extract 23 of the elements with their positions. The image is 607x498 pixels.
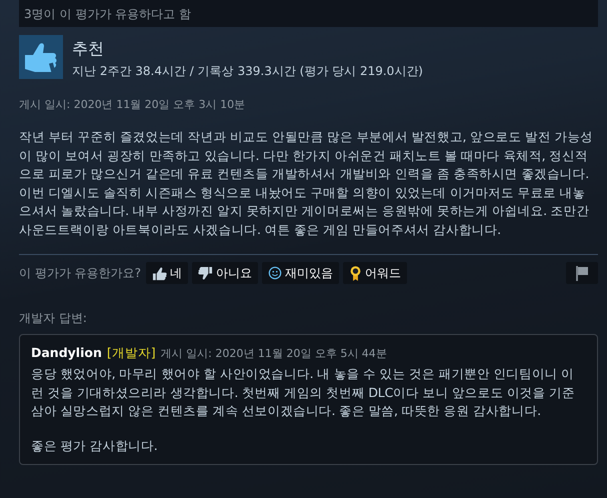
helpful-banner: 3명이 이 평가가 유용하다고 함 <box>19 0 598 27</box>
response-text: 좋은 평가 감사합니다. <box>31 436 159 454</box>
smiley-icon <box>268 266 282 280</box>
developer-tag: [개발자] <box>106 345 156 362</box>
response-text: 응당 했었어야, 마무리 했어야 할 사안이었습니다. 내 놓을 수 있는 것은 패기뿐안 인디팀이니 이런 것을 기대하셨으리라 생각합니다. 첫번째 게임의 첫번째 DLC이다 보니 앞으로도 이것을 기준삼아 실망스럽지 않은 컨텐츠를 계속 선보이겠습니다. 좋은 말씀, 따뜻한 응원 감사합니다. <box>31 365 576 420</box>
helpful-question: 이 평가가 유용한가요? <box>19 264 141 282</box>
flag-icon <box>574 265 590 281</box>
vote-button[interactable]: 아니요 <box>192 262 258 284</box>
vote-button[interactable]: 어워드 <box>343 262 407 284</box>
playtime-text: 지난 2주간 38.4시간 / 기록상 339.3시간 (평가 당시 219.0시간) <box>72 63 423 80</box>
award-ribbon-icon <box>349 264 362 282</box>
thumbs-up-icon <box>19 35 63 79</box>
response-date: 게시 일시: 2020년 11월 20일 오후 5시 44분 <box>160 346 387 361</box>
posted-date: 게시 일시: 2020년 11월 20일 오후 3시 10분 <box>19 97 246 112</box>
review-text: 작년 부터 꾸준히 즐겼었는데 작년과 비교도 안될만큼 많은 부분에서 발전했고, 앞으로도 발전 가능성이 많이 보여서 굉장히 만족하고 있습니다. 다만 한가지 아쉬운건 패치노트 볼 때마다 육체적, 정신적으로 피로가 많으신거 같은데 유료 컨텐츠들 개발하셔서 개발비와 인력을 좀 충족하시면 좋겠습니다. 이번 디엘시도 솔직히 시즌패스 형식으로 내놨어도 구매할 의향이 있었는데 이거마저도 무료로 내놓으셔서 놀랐습니다. 내부 사정까진 알지 못하지만 게이머로써는 응원밖에 못하는게 아쉽네요. 조만간 사운드트랙이랑 아트북이라도 사겠습니다. 여튼 좋은 게임 만들어주셔서 감사합니다. <box>19 128 594 238</box>
vote-button[interactable]: 재미있음 <box>262 262 339 284</box>
author-name: Dandylion <box>31 345 102 360</box>
thumbs-up-icon <box>152 266 167 280</box>
thumbs-down-icon <box>198 266 213 280</box>
developer-response-heading: 개발자 답변: <box>19 310 88 327</box>
verdict-title: 추천 <box>72 39 105 60</box>
report-button[interactable] <box>566 262 598 284</box>
vote-button[interactable]: 네 <box>146 262 188 284</box>
